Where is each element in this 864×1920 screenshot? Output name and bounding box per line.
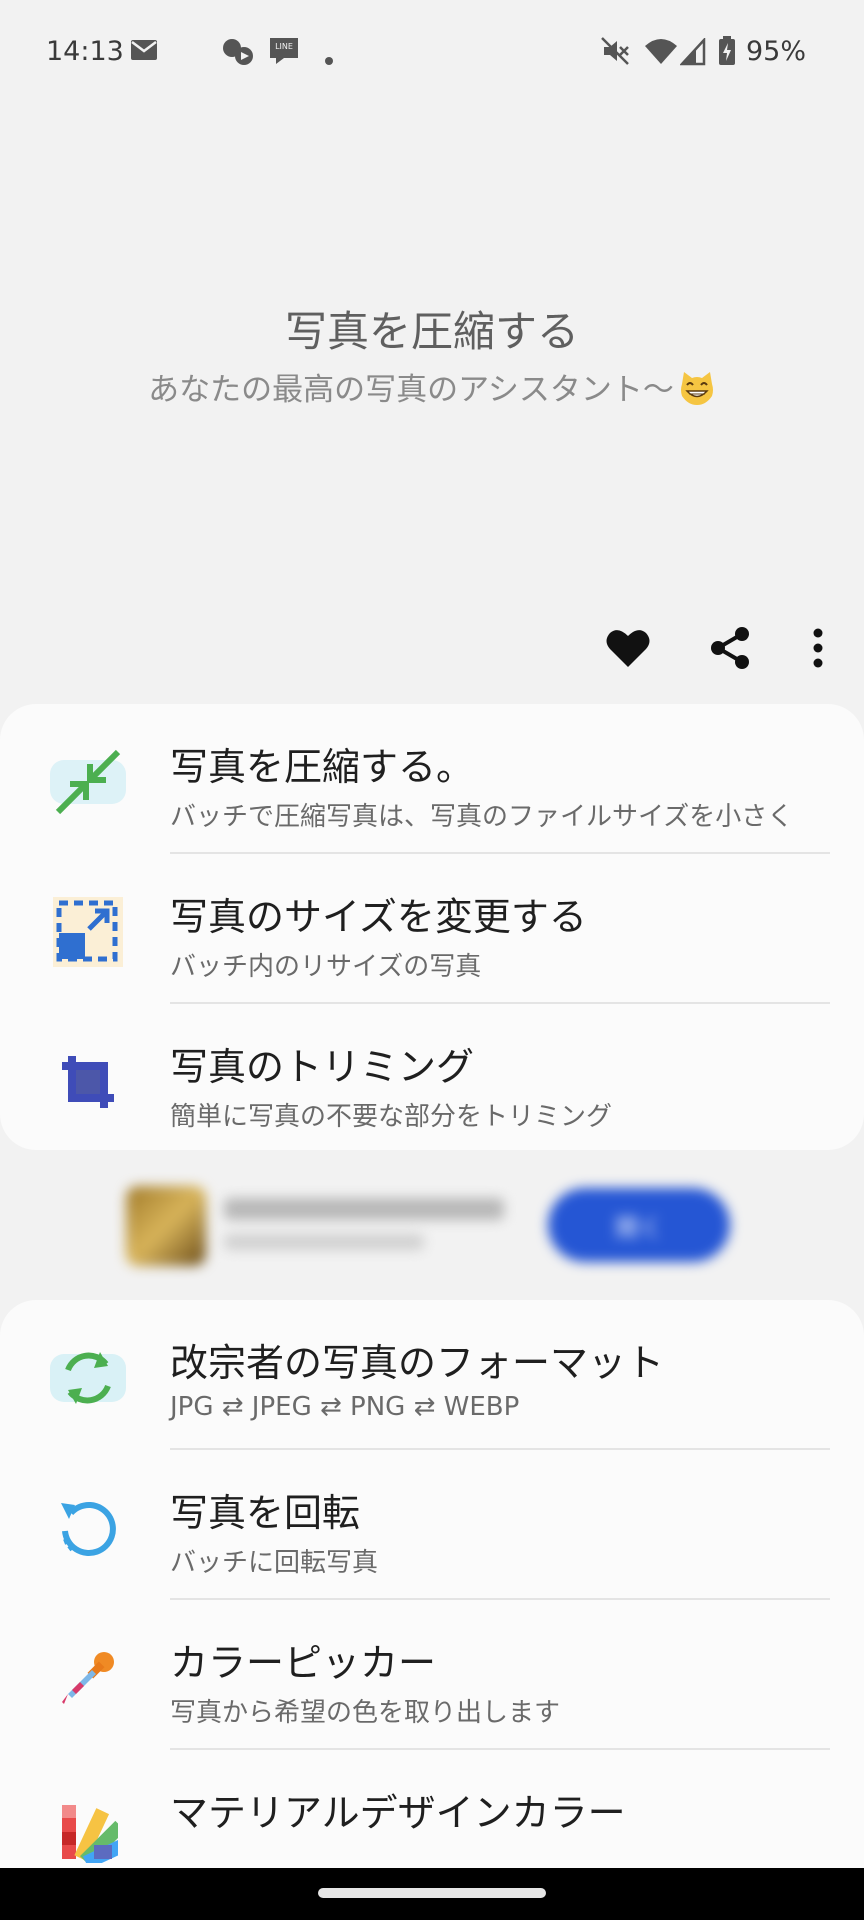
dot-icon <box>325 50 333 69</box>
favorite-heart-icon[interactable] <box>598 618 658 678</box>
app-screen: 14:13 LINE 95% 写真を圧縮する あなたの最高の写真のアシスタント〜 <box>0 0 864 1920</box>
weather-icon <box>220 36 254 70</box>
line-manga-icon: LINE <box>268 34 300 70</box>
svg-text:LINE: LINE <box>275 42 293 51</box>
menu-item-title: 写真のサイズを変更する <box>170 895 587 939</box>
page-subtitle: あなたの最高の写真のアシスタント〜 <box>0 364 864 414</box>
convert-format-icon <box>50 1340 126 1416</box>
navigation-bar <box>0 1868 864 1920</box>
ad-banner[interactable]: 開く <box>92 1172 764 1278</box>
more-vert-icon[interactable] <box>788 618 848 678</box>
menu-item-title: カラーピッカー <box>170 1641 437 1685</box>
status-bar: 14:13 LINE 95% <box>0 0 864 110</box>
menu-item-title: 写真を回転 <box>170 1491 361 1535</box>
menu-item-subtitle: 写真から希望の色を取り出します <box>170 1698 561 1728</box>
wifi-icon <box>644 38 678 70</box>
color-picker-icon <box>50 1640 126 1716</box>
menu-item-subtitle: バッチで圧縮写真は、写真のファイルサイズを小さく <box>170 802 794 832</box>
resize-icon <box>50 894 126 970</box>
menu-item-compress[interactable]: 写真を圧縮する。 バッチで圧縮写真は、写真のファイルサイズを小さく <box>0 704 864 854</box>
menu-item-crop[interactable]: 写真のトリミング 簡単に写真の不要な部分をトリミング <box>0 1004 864 1154</box>
tools-card-secondary: 改宗者の写真のフォーマット JPG ⇄ JPEG ⇄ PNG ⇄ WEBP 写真… <box>0 1300 864 1920</box>
home-gesture-handle[interactable] <box>318 1888 546 1898</box>
ad-title-placeholder <box>224 1198 504 1220</box>
menu-item-resize[interactable]: 写真のサイズを変更する バッチ内のリサイズの写真 <box>0 854 864 1004</box>
subtitle-text: あなたの最高の写真のアシスタント〜 <box>148 372 674 408</box>
battery-percentage: 95% <box>746 36 807 67</box>
menu-item-color-picker[interactable]: カラーピッカー 写真から希望の色を取り出します <box>0 1600 864 1750</box>
ad-thumbnail <box>126 1186 206 1266</box>
compress-icon <box>50 744 126 820</box>
grinning-cat-icon <box>678 370 716 414</box>
menu-item-convert-format[interactable]: 改宗者の写真のフォーマット JPG ⇄ JPEG ⇄ PNG ⇄ WEBP <box>0 1300 864 1450</box>
share-icon[interactable] <box>700 618 760 678</box>
menu-item-title: マテリアルデザインカラー <box>170 1791 626 1835</box>
menu-item-title: 写真を圧縮する。 <box>170 745 475 789</box>
menu-item-title: 改宗者の写真のフォーマット <box>170 1341 665 1385</box>
crop-icon <box>50 1044 126 1120</box>
ad-open-button[interactable]: 開く <box>548 1188 730 1262</box>
page-title: 写真を圧縮する <box>284 307 579 356</box>
tools-card-primary: 写真を圧縮する。 バッチで圧縮写真は、写真のファイルサイズを小さく 写真のサイズ… <box>0 704 864 1150</box>
menu-item-subtitle: JPG ⇄ JPEG ⇄ PNG ⇄ WEBP <box>170 1392 520 1422</box>
ad-subtitle-placeholder <box>224 1234 424 1250</box>
material-palette-icon <box>50 1794 126 1870</box>
menu-item-subtitle: バッチ内のリサイズの写真 <box>170 952 482 982</box>
mute-icon <box>600 36 630 70</box>
menu-item-subtitle: バッチに回転写真 <box>170 1548 379 1578</box>
battery-icon <box>718 36 736 70</box>
mail-icon <box>130 38 158 66</box>
menu-item-title: 写真のトリミング <box>170 1045 475 1089</box>
menu-item-rotate[interactable]: 写真を回転 バッチに回転写真 <box>0 1450 864 1600</box>
signal-icon <box>679 36 706 70</box>
rotate-icon <box>50 1490 126 1566</box>
menu-item-subtitle: 簡単に写真の不要な部分をトリミング <box>170 1102 613 1132</box>
status-time: 14:13 <box>46 36 124 67</box>
